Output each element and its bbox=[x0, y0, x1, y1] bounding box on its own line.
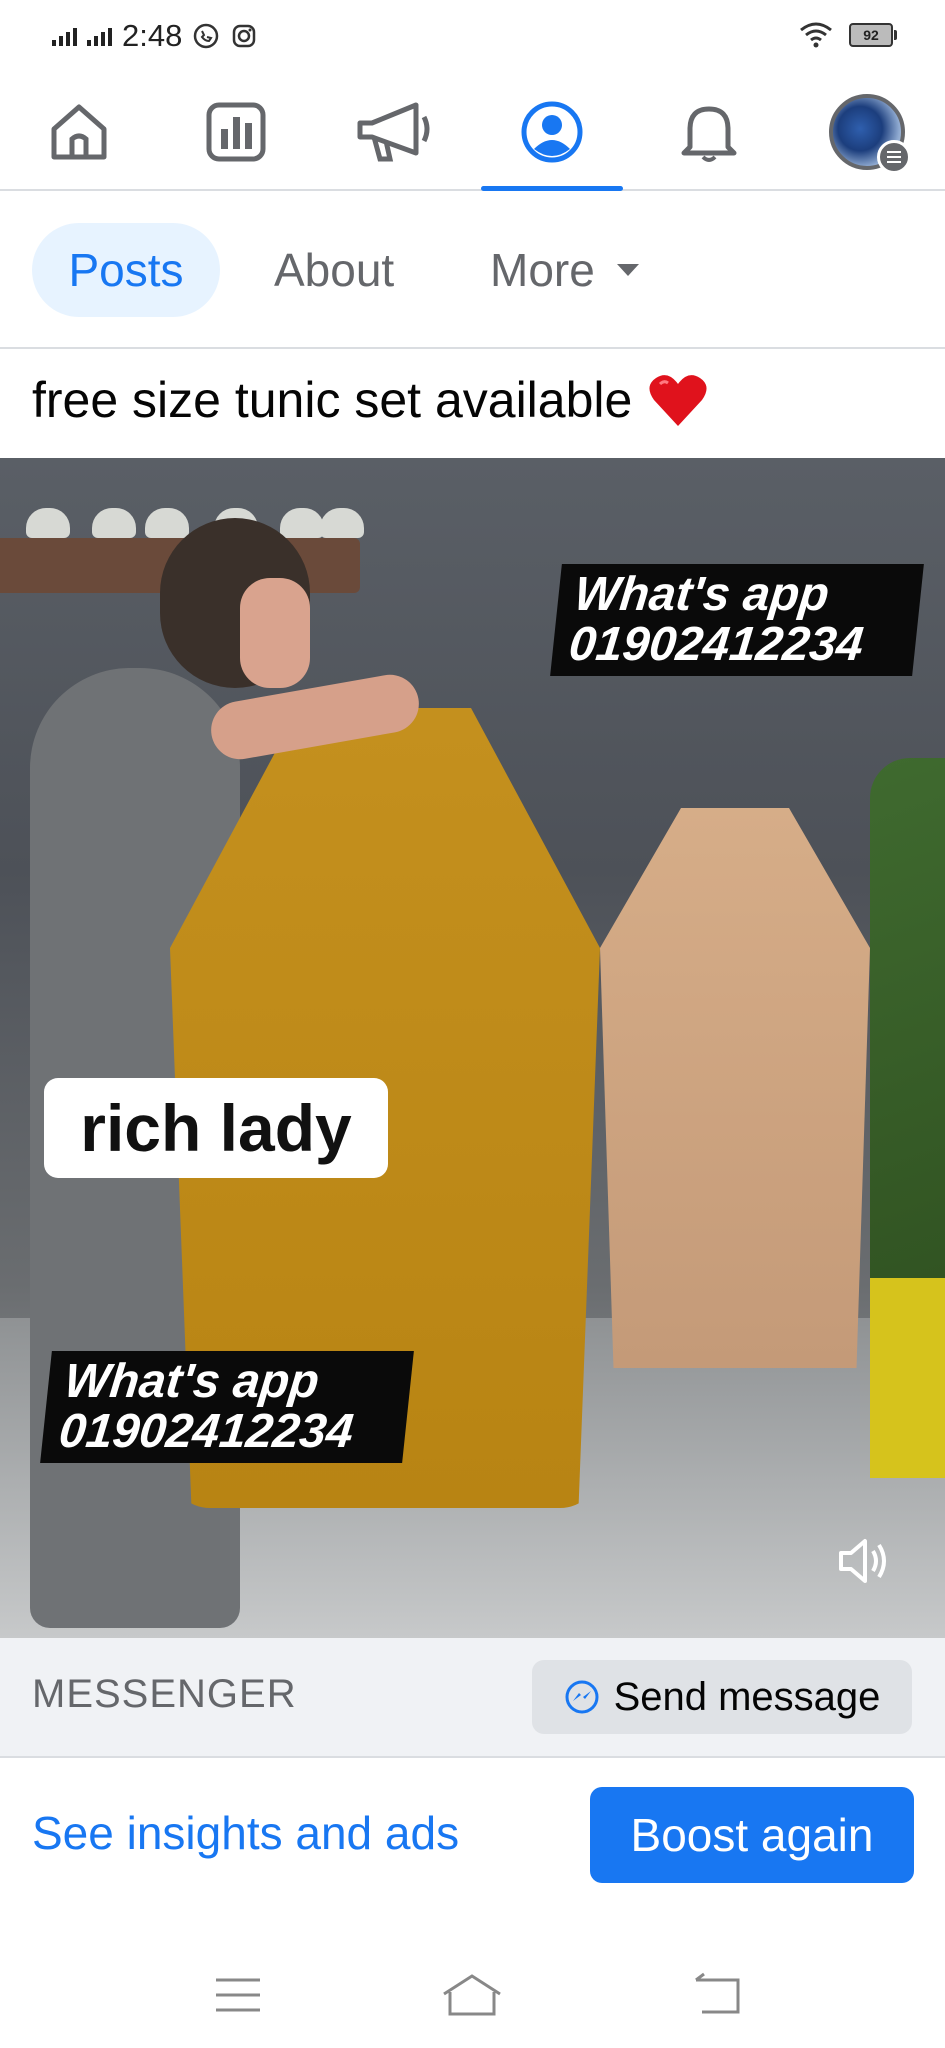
instagram-status-icon bbox=[233, 24, 256, 48]
wifi-icon bbox=[800, 22, 832, 48]
nav-profile[interactable] bbox=[473, 74, 631, 191]
messenger-bar: MESSENGER Send message bbox=[0, 1638, 945, 1758]
volume-icon[interactable] bbox=[835, 1533, 891, 1589]
plant-pot bbox=[870, 1278, 945, 1478]
menu-icon bbox=[877, 139, 911, 174]
status-bar: 2:48 92 bbox=[0, 0, 945, 74]
nav-ads[interactable] bbox=[315, 74, 473, 189]
whatsapp-overlay-top-line2: 01902412234 bbox=[566, 618, 866, 671]
signal-icon bbox=[52, 26, 77, 46]
brand-label: rich lady bbox=[44, 1078, 388, 1178]
home-icon[interactable] bbox=[440, 1970, 504, 2020]
profile-tabs: Posts About More bbox=[0, 191, 945, 349]
whatsapp-overlay-bottom-line1: What's app bbox=[61, 1355, 322, 1408]
post-caption-text: free size tunic set available bbox=[32, 372, 633, 428]
avatar-menu-icon bbox=[829, 93, 911, 174]
whatsapp-overlay-top: What's app 01902412234 bbox=[550, 564, 924, 676]
insights-icon bbox=[206, 102, 266, 161]
battery-icon: 92 bbox=[849, 23, 897, 47]
back-icon[interactable] bbox=[692, 1970, 744, 2020]
status-time: 2:48 bbox=[122, 18, 183, 53]
whatsapp-status-icon bbox=[194, 23, 219, 49]
post-video[interactable]: What's app 01902412234 rich lady What's … bbox=[0, 458, 945, 1638]
nav-insights[interactable] bbox=[157, 74, 315, 189]
heart-icon bbox=[649, 375, 707, 426]
tab-more[interactable]: More bbox=[490, 223, 639, 317]
whatsapp-overlay-bottom-line2: 01902412234 bbox=[56, 1405, 356, 1458]
tab-posts[interactable]: Posts bbox=[32, 223, 220, 317]
tab-more-label: More bbox=[490, 244, 595, 296]
status-right: 92 bbox=[799, 22, 897, 48]
post-caption: free size tunic set available bbox=[32, 370, 710, 430]
messenger-icon bbox=[565, 1680, 599, 1714]
send-message-button[interactable]: Send message bbox=[532, 1660, 912, 1734]
top-nav bbox=[0, 74, 945, 191]
signal-icon bbox=[87, 26, 112, 46]
nav-home[interactable] bbox=[0, 74, 158, 189]
bell-icon bbox=[681, 106, 737, 162]
status-left: 2:48 bbox=[52, 18, 258, 54]
caret-down-icon bbox=[616, 264, 639, 276]
boost-again-button[interactable]: Boost again bbox=[590, 1787, 914, 1883]
tab-about[interactable]: About bbox=[274, 223, 394, 317]
beige-tunic bbox=[600, 808, 870, 1368]
home-icon bbox=[51, 104, 107, 159]
messenger-label: MESSENGER bbox=[32, 1672, 297, 1716]
profile-icon bbox=[521, 101, 583, 162]
whatsapp-overlay-bottom: What's app 01902412234 bbox=[40, 1351, 414, 1463]
menu-icon[interactable] bbox=[212, 1970, 264, 2020]
system-nav bbox=[0, 1940, 945, 2048]
see-insights-link[interactable]: See insights and ads bbox=[32, 1806, 459, 1860]
nav-notifications[interactable] bbox=[630, 74, 788, 189]
nav-menu[interactable] bbox=[788, 74, 945, 189]
person-face bbox=[240, 578, 310, 688]
whatsapp-overlay-top-line1: What's app bbox=[571, 568, 832, 621]
send-message-label: Send message bbox=[613, 1674, 881, 1719]
megaphone-icon bbox=[357, 102, 430, 161]
